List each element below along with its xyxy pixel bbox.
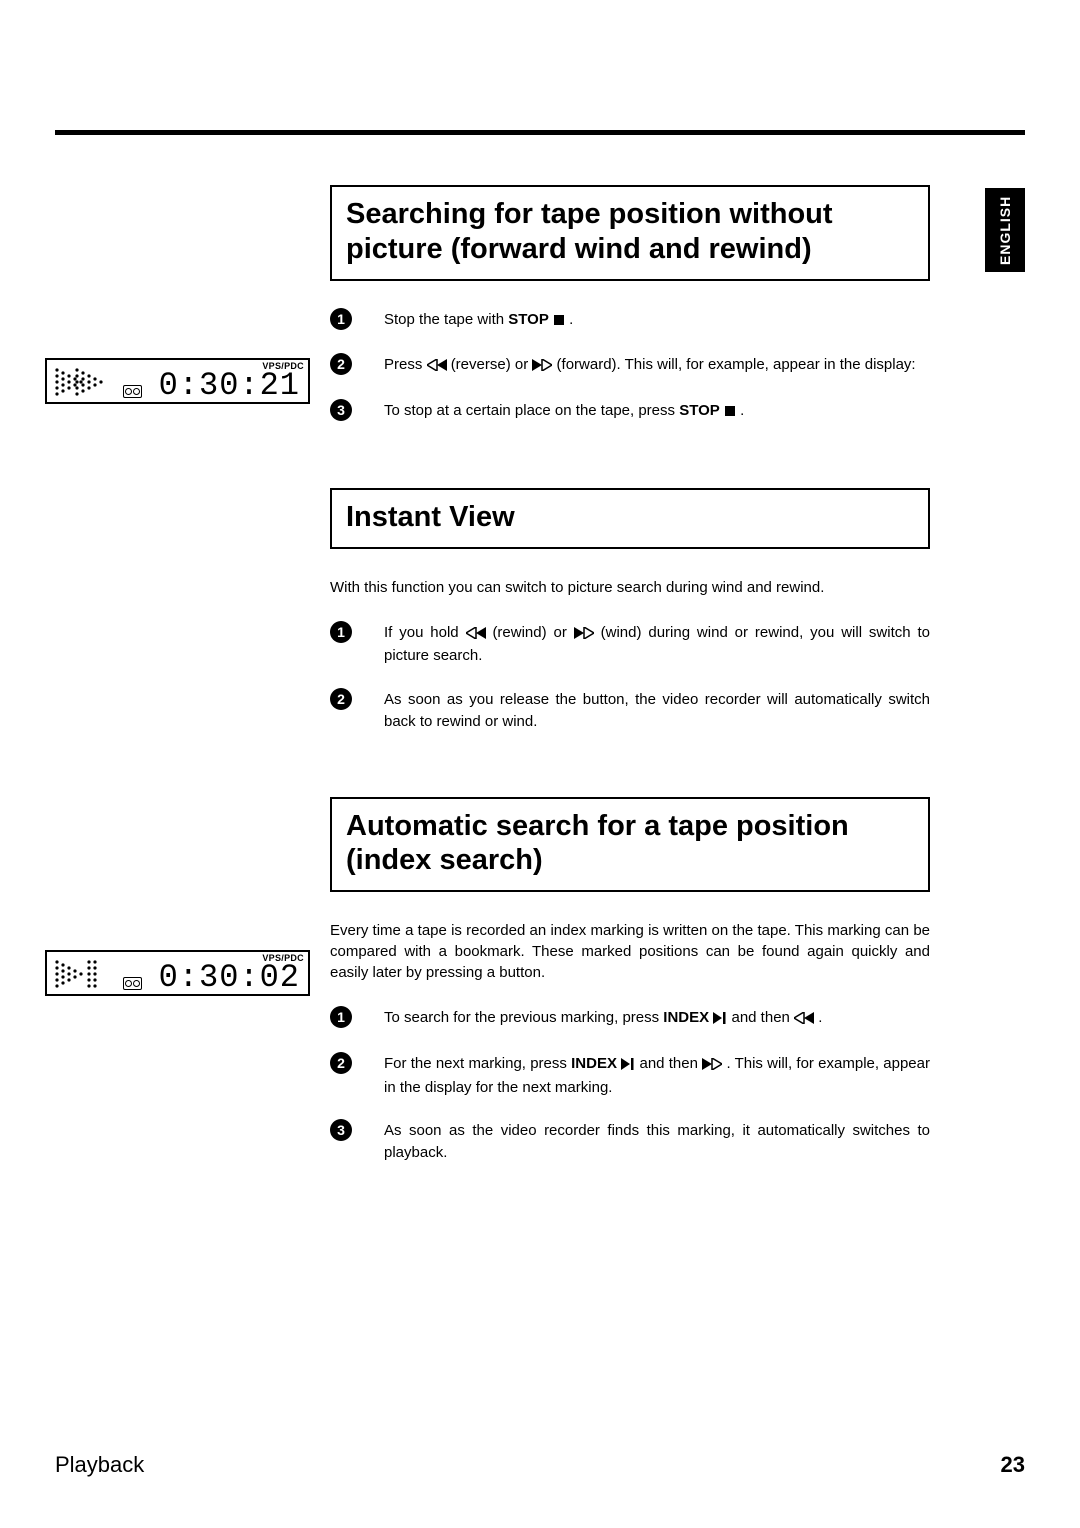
step-text: To stop at a certain place on the tape, … bbox=[384, 400, 930, 424]
rewind-icon bbox=[466, 624, 486, 646]
index-fwd-dot-icon bbox=[53, 956, 109, 992]
step-number-badge: 2 bbox=[330, 1052, 352, 1074]
instant-view-intro: With this function you can switch to pic… bbox=[330, 577, 930, 598]
step-number-badge: 1 bbox=[330, 308, 352, 330]
ffwd-dot-icon bbox=[53, 364, 109, 400]
step-text: To search for the previous marking, pres… bbox=[384, 1007, 930, 1031]
vcr-display-1: VPS/PDC 0:30:21 bbox=[45, 358, 310, 404]
step-row: 2 As soon as you release the button, the… bbox=[330, 689, 930, 733]
counter-time: 0:30:21 bbox=[159, 367, 300, 404]
step-text: For the next marking, press INDEX and th… bbox=[384, 1053, 930, 1099]
step-text: Press (reverse) or (forward). This will,… bbox=[384, 354, 930, 378]
step-number-badge: 1 bbox=[330, 621, 352, 643]
top-rule bbox=[55, 130, 1025, 135]
step-number-badge: 2 bbox=[330, 353, 352, 375]
section-title-search-no-pic: Searching for tape position without pict… bbox=[330, 185, 930, 281]
ffwd-icon bbox=[532, 356, 552, 378]
step-row: 2 Press (reverse) or (forward). This wil… bbox=[330, 354, 930, 378]
step-text: As soon as the video recorder finds this… bbox=[384, 1120, 930, 1164]
index-search-intro: Every time a tape is recorded an index m… bbox=[330, 920, 930, 983]
cassette-icon bbox=[123, 385, 142, 398]
step-row: 3 As soon as the video recorder finds th… bbox=[330, 1120, 930, 1164]
step-text: If you hold (rewind) or (wind) during wi… bbox=[384, 622, 930, 668]
rewind-icon bbox=[427, 356, 447, 378]
step-number-badge: 3 bbox=[330, 1119, 352, 1141]
step-text: Stop the tape with STOP . bbox=[384, 309, 930, 333]
index-next-icon bbox=[713, 1009, 727, 1031]
step-row: 1 To search for the previous marking, pr… bbox=[330, 1007, 930, 1031]
step-row: 1 If you hold (rewind) or (wind) during … bbox=[330, 622, 930, 668]
ffwd-icon bbox=[574, 624, 594, 646]
index-next-icon bbox=[621, 1055, 635, 1077]
section-title-index-search: Automatic search for a tape position (in… bbox=[330, 797, 930, 893]
step-row: 2 For the next marking, press INDEX and … bbox=[330, 1053, 930, 1099]
stop-icon bbox=[724, 402, 736, 424]
vcr-display-2: VPS/PDC 0:30:02 bbox=[45, 950, 310, 996]
footer-section-name: Playback bbox=[55, 1452, 144, 1478]
step-number-badge: 3 bbox=[330, 399, 352, 421]
stop-icon bbox=[553, 311, 565, 333]
step-row: 1 Stop the tape with STOP . bbox=[330, 309, 930, 333]
step-number-badge: 2 bbox=[330, 688, 352, 710]
step-row: 3 To stop at a certain place on the tape… bbox=[330, 400, 930, 424]
ffwd-icon bbox=[702, 1055, 722, 1077]
step-text: As soon as you release the button, the v… bbox=[384, 689, 930, 733]
section-title-instant-view: Instant View bbox=[330, 488, 930, 549]
footer-page-number: 23 bbox=[1001, 1452, 1025, 1478]
rewind-icon bbox=[794, 1009, 814, 1031]
step-number-badge: 1 bbox=[330, 1006, 352, 1028]
cassette-icon bbox=[123, 977, 142, 990]
language-tab: ENGLISH bbox=[985, 188, 1025, 272]
counter-time: 0:30:02 bbox=[159, 959, 300, 996]
